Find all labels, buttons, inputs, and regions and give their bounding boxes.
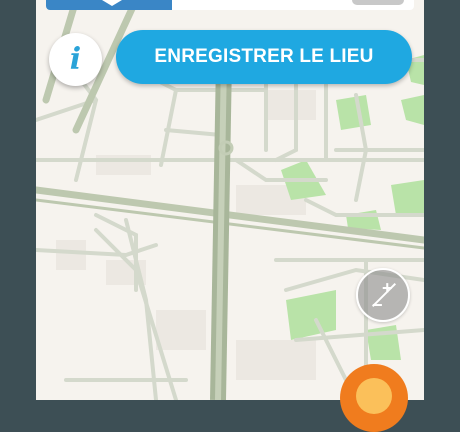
location-button[interactable] bbox=[340, 364, 408, 432]
info-button[interactable]: i bbox=[49, 33, 102, 86]
zoom-button[interactable]: + − bbox=[356, 268, 410, 322]
location-icon bbox=[356, 378, 392, 414]
info-icon: i bbox=[69, 42, 82, 77]
app-frame: i ENREGISTRER LE LIEU + − bbox=[0, 0, 460, 432]
direction-arrow-icon bbox=[102, 0, 122, 6]
save-place-button[interactable]: ENREGISTRER LE LIEU bbox=[116, 30, 412, 84]
top-navigation-bar bbox=[46, 0, 414, 10]
save-place-label: ENREGISTRER LE LIEU bbox=[154, 46, 374, 67]
direction-panel[interactable] bbox=[46, 0, 172, 10]
car-icon bbox=[352, 0, 404, 5]
zoom-minus-icon: − bbox=[372, 295, 383, 315]
